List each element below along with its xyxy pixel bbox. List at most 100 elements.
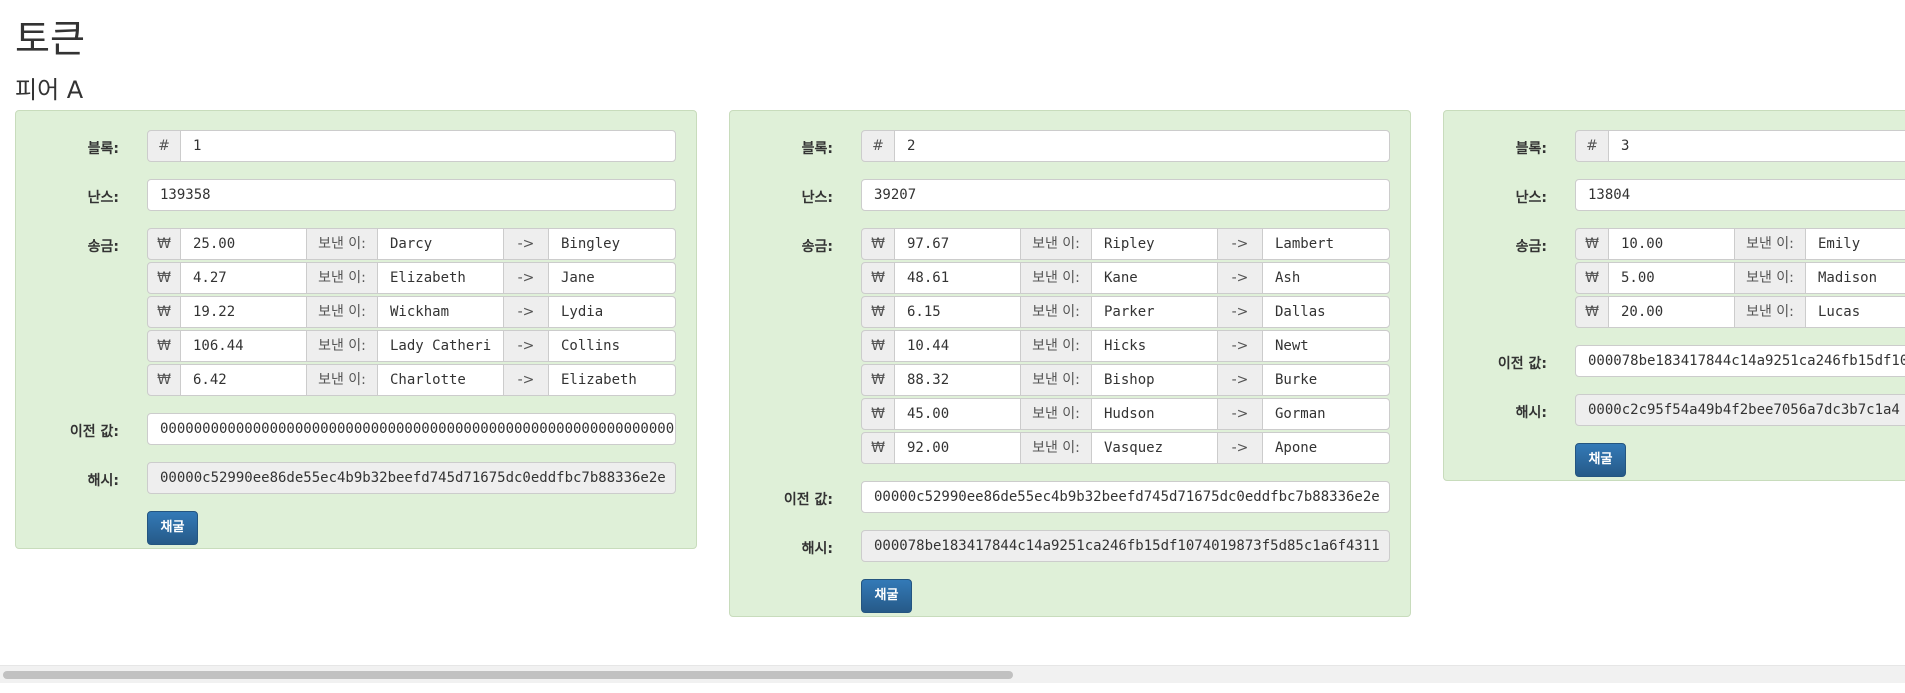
- tx-row: ₩25.00 보낸 이: Darcy -> Bingley: [16, 228, 696, 260]
- hash-label: 해시:: [1515, 405, 1547, 421]
- from-input[interactable]: Lucas: [1805, 296, 1905, 328]
- currency-addon: ₩: [1575, 262, 1609, 294]
- amount-input[interactable]: 10.44: [894, 330, 1021, 362]
- prev-label: 이전 값:: [1497, 356, 1547, 372]
- amount-input[interactable]: 45.00: [894, 398, 1021, 430]
- mine-button[interactable]: 채굴: [1575, 443, 1626, 477]
- from-input[interactable]: Wickham: [377, 296, 504, 328]
- nonce-input[interactable]: 13804: [1575, 179, 1905, 211]
- prev-row: 이전 값: 00000000000000000000000000000000000…: [16, 413, 696, 445]
- tx-row: ₩5.00보낸 이:Madison->: [1444, 262, 1905, 294]
- sender-addon: 보낸 이:: [1020, 228, 1092, 260]
- prev-hash-input[interactable]: 0000000000000000000000000000000000000000…: [147, 413, 676, 445]
- from-input[interactable]: Lady Catheri: [377, 330, 504, 362]
- to-input[interactable]: Apone: [1262, 432, 1390, 464]
- to-input[interactable]: Lambert: [1262, 228, 1390, 260]
- to-input[interactable]: Elizabeth: [548, 364, 676, 396]
- prev-row: 이전 값: 000078be183417844c14a9251ca246fb15d…: [1444, 345, 1905, 377]
- amount-input[interactable]: 25.00: [180, 228, 307, 260]
- amount-input[interactable]: 88.32: [894, 364, 1021, 396]
- from-input[interactable]: Hudson: [1091, 398, 1218, 430]
- tx-group: ₩25.00 보낸 이: Darcy -> Bingley: [147, 228, 676, 260]
- tx-row: ₩4.27 보낸 이: Elizabeth -> Jane: [16, 262, 696, 294]
- block-number-input[interactable]: 2: [894, 130, 1390, 162]
- hash-sign-addon: #: [147, 130, 181, 162]
- currency-addon: ₩: [147, 296, 181, 328]
- currency-addon: ₩: [147, 364, 181, 396]
- mine-button[interactable]: 채굴: [147, 511, 198, 545]
- amount-input[interactable]: 97.67: [894, 228, 1021, 260]
- prev-hash-input[interactable]: 00000c52990ee86de55ec4b9b32beefd745d7167…: [861, 481, 1390, 513]
- tx-row: ₩97.67 보낸 이: Ripley -> Lambert: [730, 228, 1410, 260]
- tx-group: ₩4.27 보낸 이: Elizabeth -> Jane: [147, 262, 676, 294]
- amount-input[interactable]: 4.27: [180, 262, 307, 294]
- block-number-input[interactable]: 3: [1608, 130, 1905, 162]
- tx-row: ₩48.61 보낸 이: Kane -> Ash: [730, 262, 1410, 294]
- tx-row: ₩106.44 보낸 이: Lady Catheri -> Collins: [16, 330, 696, 362]
- from-input[interactable]: Emily: [1805, 228, 1905, 260]
- hash-output: 00000c52990ee86de55ec4b9b32beefd745d7167…: [147, 462, 676, 494]
- to-input[interactable]: Burke: [1262, 364, 1390, 396]
- arrow-addon: ->: [1217, 228, 1263, 260]
- from-input[interactable]: Parker: [1091, 296, 1218, 328]
- from-input[interactable]: Charlotte: [377, 364, 504, 396]
- amount-input[interactable]: 106.44: [180, 330, 307, 362]
- amount-input[interactable]: 5.00: [1608, 262, 1735, 294]
- tx-row: ₩19.22 보낸 이: Wickham -> Lydia: [16, 296, 696, 328]
- nonce-row: 난스: 13804: [1444, 179, 1905, 211]
- from-input[interactable]: Kane: [1091, 262, 1218, 294]
- to-input[interactable]: Dallas: [1262, 296, 1390, 328]
- from-input[interactable]: Elizabeth: [377, 262, 504, 294]
- arrow-addon: ->: [1217, 364, 1263, 396]
- from-input[interactable]: Ripley: [1091, 228, 1218, 260]
- from-input[interactable]: Darcy: [377, 228, 504, 260]
- amount-input[interactable]: 10.00: [1608, 228, 1735, 260]
- block-card: 블록: #2 난스: 39207 송금: ₩97.67 보낸 이: Ripley -> Lambe…: [729, 110, 1411, 617]
- tx-group: ₩5.00보낸 이:Madison->: [1575, 262, 1905, 294]
- nonce-row: 난스: 139358: [16, 179, 696, 211]
- mine-button[interactable]: 채굴: [861, 579, 912, 613]
- block-number-input[interactable]: 1: [180, 130, 676, 162]
- sender-addon: 보낸 이:: [306, 262, 378, 294]
- prev-hash-input[interactable]: 000078be183417844c14a9251ca246fb15df10: [1575, 345, 1905, 377]
- to-input[interactable]: Lydia: [548, 296, 676, 328]
- to-input[interactable]: Gorman: [1262, 398, 1390, 430]
- amount-input[interactable]: 48.61: [894, 262, 1021, 294]
- currency-addon: ₩: [861, 398, 895, 430]
- nonce-label: 난스:: [1515, 190, 1547, 206]
- sender-addon: 보낸 이:: [1020, 432, 1092, 464]
- amount-input[interactable]: 6.42: [180, 364, 307, 396]
- to-input[interactable]: Jane: [548, 262, 676, 294]
- nonce-input[interactable]: 39207: [861, 179, 1390, 211]
- currency-addon: ₩: [1575, 296, 1609, 328]
- block-card: 블록:#3난스:13804송금:₩10.00보낸 이:Emily->₩5.00보…: [1443, 110, 1905, 481]
- to-input[interactable]: Collins: [548, 330, 676, 362]
- sender-addon: 보낸 이:: [1020, 398, 1092, 430]
- amount-input[interactable]: 20.00: [1608, 296, 1735, 328]
- block-row: 블록: #2: [730, 130, 1410, 162]
- prev-label: 이전 값:: [783, 492, 833, 508]
- tx-row: ₩6.42 보낸 이: Charlotte -> Elizabeth: [16, 364, 696, 396]
- tx-row: ₩88.32 보낸 이: Bishop -> Burke: [730, 364, 1410, 396]
- prev-row: 이전 값: 00000c52990ee86de55ec4b9b32beefd745…: [730, 481, 1410, 513]
- arrow-addon: ->: [1217, 296, 1263, 328]
- from-input[interactable]: Bishop: [1091, 364, 1218, 396]
- from-input[interactable]: Hicks: [1091, 330, 1218, 362]
- sender-addon: 보낸 이:: [306, 228, 378, 260]
- tx-group: ₩6.15 보낸 이: Parker -> Dallas: [861, 296, 1390, 328]
- from-input[interactable]: Madison: [1805, 262, 1905, 294]
- to-input[interactable]: Bingley: [548, 228, 676, 260]
- block-number-group: #3: [1575, 130, 1905, 162]
- amount-input[interactable]: 92.00: [894, 432, 1021, 464]
- to-input[interactable]: Newt: [1262, 330, 1390, 362]
- from-input[interactable]: Vasquez: [1091, 432, 1218, 464]
- tx-row: ₩10.44 보낸 이: Hicks -> Newt: [730, 330, 1410, 362]
- nonce-input[interactable]: 139358: [147, 179, 676, 211]
- currency-addon: ₩: [147, 330, 181, 362]
- amount-input[interactable]: 19.22: [180, 296, 307, 328]
- horizontal-scrollbar[interactable]: [0, 665, 1905, 683]
- to-input[interactable]: Ash: [1262, 262, 1390, 294]
- amount-input[interactable]: 6.15: [894, 296, 1021, 328]
- nonce-label: 난스:: [87, 190, 119, 206]
- scrollbar-thumb[interactable]: [3, 671, 1013, 679]
